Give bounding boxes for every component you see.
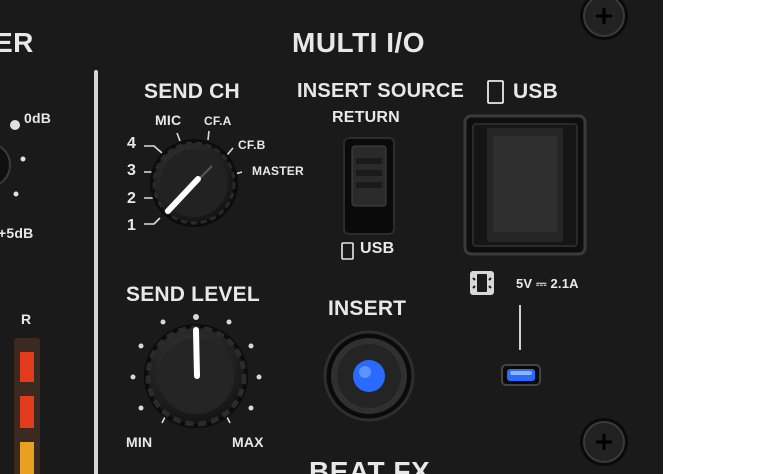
send-ch-knob[interactable]	[146, 133, 246, 233]
insert-source-label: INSERT SOURCE	[297, 80, 465, 102]
usb-label: USB	[513, 80, 558, 103]
insert-button[interactable]	[320, 328, 420, 428]
send-level-knob[interactable]	[143, 320, 253, 430]
send-level-max-label: MAX	[232, 434, 264, 450]
zero-db-label: 0dB	[24, 110, 52, 126]
meter-r-label: R	[21, 311, 32, 327]
send-level-label: SEND LEVEL	[126, 283, 260, 306]
insert-source-return-label: RETURN	[332, 109, 400, 126]
usb-power-spec: 5V ⎓ 2.1A	[516, 276, 579, 291]
beat-fx-title: BEAT FX	[309, 456, 431, 474]
level-meter	[14, 338, 40, 474]
section-title: MULTI I/O	[292, 27, 426, 58]
usb-header-icon	[487, 80, 504, 104]
background-right	[663, 0, 758, 474]
insert-source-switch[interactable]	[340, 136, 400, 236]
insert-label: INSERT	[328, 297, 407, 320]
usb-indicator-line	[519, 305, 521, 350]
mixer-panel: MULTI I/O ER 0dB +5dB R SEND CH MIC CF.A…	[0, 0, 663, 474]
usb-port[interactable]	[463, 114, 587, 256]
usb-charge-icon	[470, 271, 494, 295]
insert-source-usb-label: USB	[360, 240, 395, 257]
screw-top	[580, 0, 628, 40]
send-level-min-label: MIN	[126, 434, 153, 450]
plus5-db-label: +5dB	[0, 225, 34, 241]
screw-bottom	[580, 418, 628, 466]
usb-device-icon	[341, 242, 354, 260]
usb-status-led	[501, 364, 541, 386]
